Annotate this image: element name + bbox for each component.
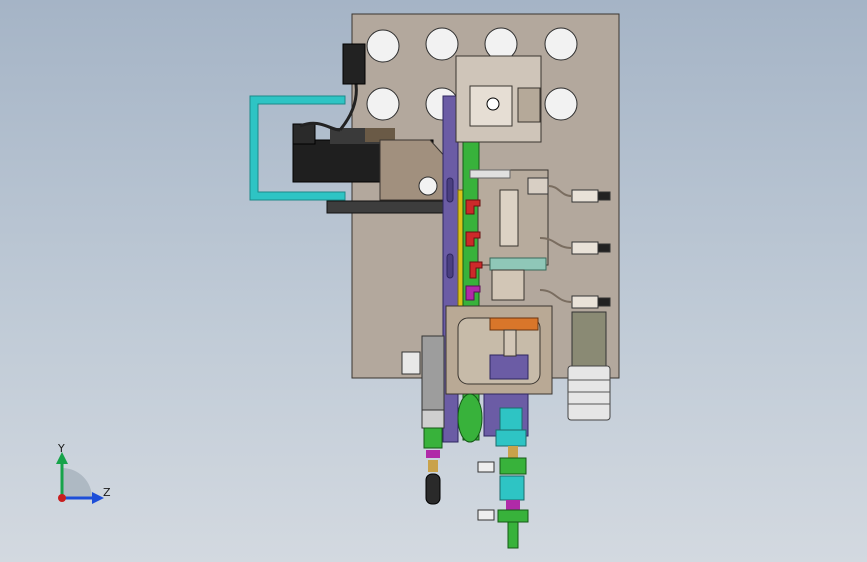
y-axis-label: Y — [57, 442, 65, 455]
origin-marker-icon — [58, 494, 66, 502]
upper-gripper-block — [455, 55, 542, 143]
cable-connector — [342, 43, 366, 85]
coordinate-triad[interactable]: Y Z — [56, 442, 111, 504]
motor-mount-flange — [379, 139, 449, 201]
lower-frame — [445, 305, 553, 395]
side-fittings — [477, 461, 495, 521]
green-roller — [457, 393, 483, 443]
assembly-model[interactable]: Y Z — [0, 0, 867, 562]
bottom-rail-bar — [326, 200, 448, 214]
cad-viewport[interactable]: Y Z — [0, 0, 867, 562]
triad-quadrant — [62, 468, 92, 498]
flange-bore — [418, 176, 438, 196]
rotary-cylinder — [567, 311, 611, 421]
left-linear-slider — [401, 335, 445, 505]
z-axis-label: Z — [103, 486, 111, 499]
